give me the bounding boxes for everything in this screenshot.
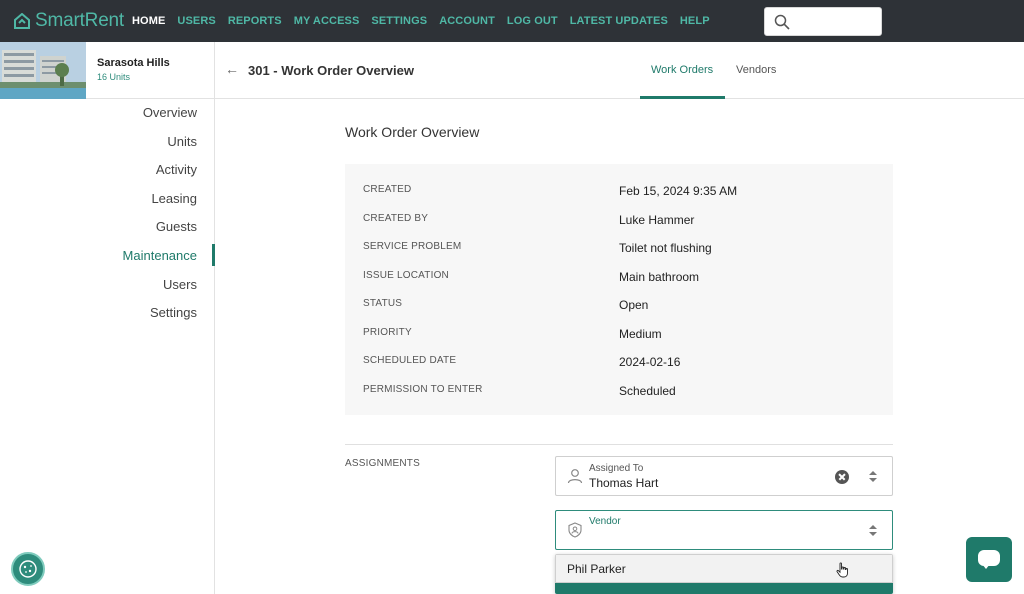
assigned-to-label: Assigned To (589, 463, 644, 474)
nav-settings[interactable]: SETTINGS (371, 15, 427, 27)
smartrent-logo[interactable]: SmartRent (14, 10, 125, 31)
detail-value: 2024-02-16 (619, 355, 681, 369)
nav-users[interactable]: USERS (177, 15, 215, 27)
house-logo-icon (14, 13, 30, 29)
vendor-select[interactable]: Vendor (555, 510, 893, 550)
sidebar-item-settings[interactable]: Settings (123, 306, 197, 335)
nav-account[interactable]: ACCOUNT (439, 15, 495, 27)
detail-label: PERMISSION TO ENTER (363, 383, 483, 395)
detail-row: SCHEDULED DATE 2024-02-16 (345, 355, 893, 383)
dropdown-option[interactable]: Phil Parker (555, 554, 893, 583)
tab-vendors[interactable]: Vendors (736, 64, 776, 76)
clear-icon[interactable] (835, 470, 849, 484)
nav-help[interactable]: HELP (680, 15, 710, 27)
detail-row: SERVICE PROBLEM Toilet not flushing (345, 241, 893, 269)
nav-my-access[interactable]: MY ACCESS (294, 15, 360, 27)
detail-value: Scheduled (619, 383, 676, 398)
nav-home[interactable]: HOME (132, 15, 165, 27)
page-title: 301 - Work Order Overview (248, 63, 414, 78)
building-image (0, 42, 86, 99)
vendor-badge-icon (568, 522, 582, 538)
assigned-to-select[interactable]: Assigned To Thomas Hart (555, 456, 893, 496)
property-card[interactable]: Sarasota Hills 16 Units (0, 42, 214, 99)
sidebar-item-maintenance[interactable]: Maintenance (123, 249, 197, 278)
hand-cursor-icon (836, 562, 848, 578)
page-header: ← 301 - Work Order Overview Work Orders … (215, 42, 1024, 99)
top-nav-bar: SmartRent HOME USERS REPORTS MY ACCESS S… (0, 0, 1024, 42)
detail-row: CREATED BY Luke Hammer (345, 213, 893, 241)
search-icon (774, 14, 790, 30)
section-title: Work Order Overview (345, 124, 480, 140)
property-photo (0, 42, 86, 99)
detail-value: Open (619, 298, 649, 312)
sidebar-nav: Overview Units Activity Leasing Guests M… (123, 106, 197, 335)
property-name: Sarasota Hills (97, 57, 170, 69)
assigned-to-value: Thomas Hart (589, 476, 659, 490)
chat-button[interactable] (966, 537, 1012, 582)
detail-value: Main bathroom (619, 269, 700, 284)
vendor-dropdown: Phil Parker (555, 554, 893, 594)
nav-reports[interactable]: REPORTS (228, 15, 282, 27)
detail-label: CREATED (363, 184, 412, 195)
detail-row: PRIORITY Medium (345, 327, 893, 355)
detail-label: ISSUE LOCATION (363, 269, 449, 281)
detail-value: Medium (619, 326, 662, 341)
chevron-up-down-icon[interactable] (869, 471, 877, 483)
back-arrow-icon[interactable]: ← (225, 61, 239, 77)
detail-label: SCHEDULED DATE (363, 355, 457, 366)
detail-row: PERMISSION TO ENTER Scheduled (345, 384, 893, 412)
detail-value: Luke Hammer (619, 212, 695, 227)
cookie-icon (19, 560, 37, 578)
tab-work-orders[interactable]: Work Orders (651, 64, 713, 76)
active-indicator (212, 244, 215, 266)
cookie-settings-button[interactable] (11, 552, 45, 586)
assignments-label: ASSIGNMENTS (345, 458, 420, 469)
dropdown-highlighted-option[interactable] (555, 583, 893, 594)
active-tab-underline (640, 96, 725, 99)
chat-bubble-icon (978, 550, 1000, 569)
sidebar-item-users[interactable]: Users (123, 277, 197, 307)
sidebar-item-guests[interactable]: Guests (123, 220, 197, 249)
person-icon (567, 469, 583, 484)
detail-label: CREATED BY (363, 212, 429, 224)
sidebar-item-units[interactable]: Units (123, 134, 197, 164)
sidebar-item-overview[interactable]: Overview (123, 106, 197, 135)
detail-label: SERVICE PROBLEM (363, 241, 462, 252)
chevron-up-down-icon[interactable] (869, 525, 877, 537)
brand-name: SmartRent (35, 10, 125, 31)
main-content: Work Order Overview CREATED Feb 15, 2024… (216, 100, 1024, 594)
detail-row: STATUS Open (345, 298, 893, 326)
dropdown-option-label: Phil Parker (567, 562, 626, 576)
detail-value: Feb 15, 2024 9:35 AM (619, 184, 738, 198)
property-units: 16 Units (97, 72, 131, 82)
vendor-label: Vendor (589, 516, 621, 527)
detail-label: STATUS (363, 298, 403, 309)
detail-label: PRIORITY (363, 326, 412, 338)
main-nav: HOME USERS REPORTS MY ACCESS SETTINGS AC… (132, 15, 722, 27)
sidebar: Sarasota Hills 16 Units Overview Units A… (0, 42, 215, 594)
work-order-details: CREATED Feb 15, 2024 9:35 AM CREATED BY … (345, 164, 893, 415)
section-divider (345, 444, 893, 445)
detail-row: CREATED Feb 15, 2024 9:35 AM (345, 184, 893, 212)
nav-log-out[interactable]: LOG OUT (507, 15, 558, 27)
nav-latest-updates[interactable]: LATEST UPDATES (570, 15, 668, 27)
search-input[interactable] (764, 7, 882, 36)
detail-row: ISSUE LOCATION Main bathroom (345, 270, 893, 298)
sidebar-item-leasing[interactable]: Leasing (123, 191, 197, 221)
sidebar-item-activity[interactable]: Activity (123, 163, 197, 192)
detail-value: Toilet not flushing (619, 241, 712, 255)
